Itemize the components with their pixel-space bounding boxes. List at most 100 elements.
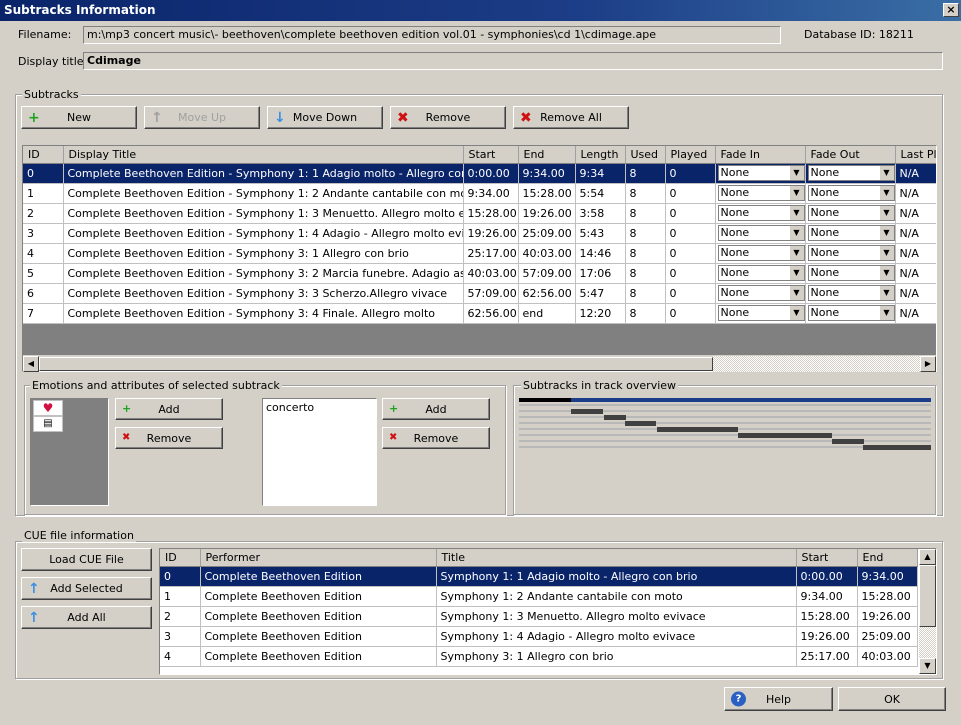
table-row[interactable]: 7 Complete Beethoven Edition - Symphony 3… [23,303,936,324]
column-header[interactable]: Fade Out [805,146,896,164]
attribute-item[interactable]: concerto [266,401,373,414]
emotion-remove-button[interactable]: ✖ Remove [115,427,223,449]
move-up-button[interactable]: ↑ Move Up [144,106,260,129]
heart-icon[interactable]: ♥ [33,400,63,416]
chevron-down-icon[interactable]: ▼ [788,246,804,260]
emotions-list[interactable]: ♥ ▤ [30,398,109,506]
chevron-down-icon[interactable]: ▼ [878,286,894,300]
chevron-down-icon[interactable]: ▼ [788,186,804,200]
chevron-down-icon[interactable]: ▼ [788,166,804,180]
scroll-right-button[interactable]: ▶ [920,356,936,372]
attributes-list[interactable]: concerto [262,398,377,506]
subtracks-grid[interactable]: ID Display Title Start End Length Used Played F… [22,145,937,372]
table-row[interactable]: 0 Complete Beethoven Edition - Symphony 1… [23,163,936,184]
column-header[interactable]: End [857,549,918,567]
column-header[interactable]: Display Title [63,146,464,164]
chevron-down-icon[interactable]: ▼ [878,186,894,200]
cue-grid[interactable]: ID Performer Title Start End 0 Complete Beeth… [159,548,937,675]
chevron-down-icon[interactable]: ▼ [878,246,894,260]
chevron-down-icon[interactable]: ▼ [788,286,804,300]
fade-out-dropdown[interactable]: None ▼ [807,185,894,201]
table-cell: N/A [895,243,936,264]
scroll-down-button[interactable]: ▼ [919,658,936,674]
fade-out-dropdown[interactable]: None ▼ [807,205,894,221]
add-selected-button[interactable]: ↑ Add Selected [21,577,152,600]
ok-button[interactable]: OK [838,687,946,711]
column-header[interactable]: Used [625,146,666,164]
subtracks-hscrollbar[interactable]: ◀ ▶ [23,355,936,372]
table-row[interactable]: 5 Complete Beethoven Edition - Symphony 3… [23,263,936,284]
move-down-button[interactable]: ↓ Move Down [267,106,383,129]
table-row[interactable]: 4 Complete Beethoven Edition - Symphony 3… [23,243,936,264]
table-row[interactable]: 2 Complete Beethoven Edition - Symphony 1… [23,203,936,224]
fade-out-dropdown[interactable]: None ▼ [807,305,894,321]
fade-out-dropdown[interactable]: None ▼ [807,285,894,301]
overview-lane [519,422,931,424]
column-header[interactable]: End [518,146,576,164]
column-header[interactable]: Played [665,146,716,164]
fade-in-cell: None ▼ [715,243,806,264]
chevron-down-icon[interactable]: ▼ [878,166,894,180]
scroll-track[interactable] [713,356,920,372]
fade-in-dropdown[interactable]: None ▼ [717,285,804,301]
scroll-thumb[interactable] [39,357,713,371]
fade-out-dropdown[interactable]: None ▼ [807,225,894,241]
fade-out-dropdown[interactable]: None ▼ [807,245,894,261]
column-header[interactable]: Last Pla [895,146,936,164]
table-row[interactable]: 1 Complete Beethoven Edition Symphony 1: 2… [160,586,918,607]
fade-in-dropdown[interactable]: None ▼ [717,165,804,181]
fade-in-cell: None ▼ [715,163,806,184]
chevron-down-icon[interactable]: ▼ [788,306,804,320]
chevron-down-icon[interactable]: ▼ [878,266,894,280]
fade-out-dropdown[interactable]: None ▼ [807,265,894,281]
fade-in-dropdown[interactable]: None ▼ [717,225,804,241]
load-cue-button[interactable]: Load CUE File [21,548,152,571]
emotion-add-button[interactable]: + Add [115,398,223,420]
table-row[interactable]: 3 Complete Beethoven Edition Symphony 1: 4… [160,626,918,647]
column-header[interactable]: Title [436,549,797,567]
table-row[interactable]: 3 Complete Beethoven Edition - Symphony 1… [23,223,936,244]
add-all-button[interactable]: ↑ Add All [21,606,152,629]
scroll-thumb[interactable] [919,565,936,627]
dropdown-value: None [810,226,840,239]
column-header[interactable]: Fade In [715,146,806,164]
remove-button[interactable]: ✖ Remove [390,106,506,129]
fade-in-dropdown[interactable]: None ▼ [717,205,804,221]
attribute-remove-button[interactable]: ✖ Remove [382,427,490,449]
chevron-down-icon[interactable]: ▼ [878,206,894,220]
chevron-down-icon[interactable]: ▼ [788,266,804,280]
fade-in-dropdown[interactable]: None ▼ [717,265,804,281]
table-row[interactable]: 6 Complete Beethoven Edition - Symphony 3… [23,283,936,304]
scroll-up-button[interactable]: ▲ [919,549,936,565]
help-button[interactable]: ? Help [724,687,833,711]
table-row[interactable]: 1 Complete Beethoven Edition - Symphony 1… [23,183,936,204]
chevron-down-icon[interactable]: ▼ [788,226,804,240]
new-button[interactable]: + New [21,106,137,129]
scroll-left-button[interactable]: ◀ [23,356,39,372]
table-row[interactable]: 0 Complete Beethoven Edition Symphony 1: 1… [160,566,918,587]
filename-field[interactable]: m:\mp3 concert music\- beethoven\complet… [83,26,781,44]
fade-out-dropdown[interactable]: None ▼ [807,165,894,181]
piano-icon[interactable]: ▤ [33,416,63,432]
table-row[interactable]: 2 Complete Beethoven Edition Symphony 1: 3… [160,606,918,627]
column-header[interactable]: ID [23,146,64,164]
fade-in-dropdown[interactable]: None ▼ [717,185,804,201]
chevron-down-icon[interactable]: ▼ [878,306,894,320]
chevron-down-icon[interactable]: ▼ [878,226,894,240]
cue-vscrollbar[interactable]: ▲ ▼ [919,549,936,674]
attribute-add-button[interactable]: + Add [382,398,490,420]
fade-in-dropdown[interactable]: None ▼ [717,305,804,321]
column-header[interactable]: Start [463,146,519,164]
fade-in-dropdown[interactable]: None ▼ [717,245,804,261]
remove-all-button[interactable]: ✖ Remove All [513,106,629,129]
column-header[interactable]: Length [575,146,626,164]
column-header[interactable]: Start [796,549,858,567]
display-title-field[interactable]: Cdimage [83,52,943,70]
table-cell: Complete Beethoven Edition - Symphony 3:… [63,303,464,324]
chevron-down-icon[interactable]: ▼ [788,206,804,220]
close-button[interactable]: × [943,3,959,17]
table-row[interactable]: 4 Complete Beethoven Edition Symphony 3: 1… [160,646,918,667]
column-header[interactable]: Performer [200,549,437,567]
overview-chart[interactable] [519,398,931,450]
column-header[interactable]: ID [160,549,201,567]
